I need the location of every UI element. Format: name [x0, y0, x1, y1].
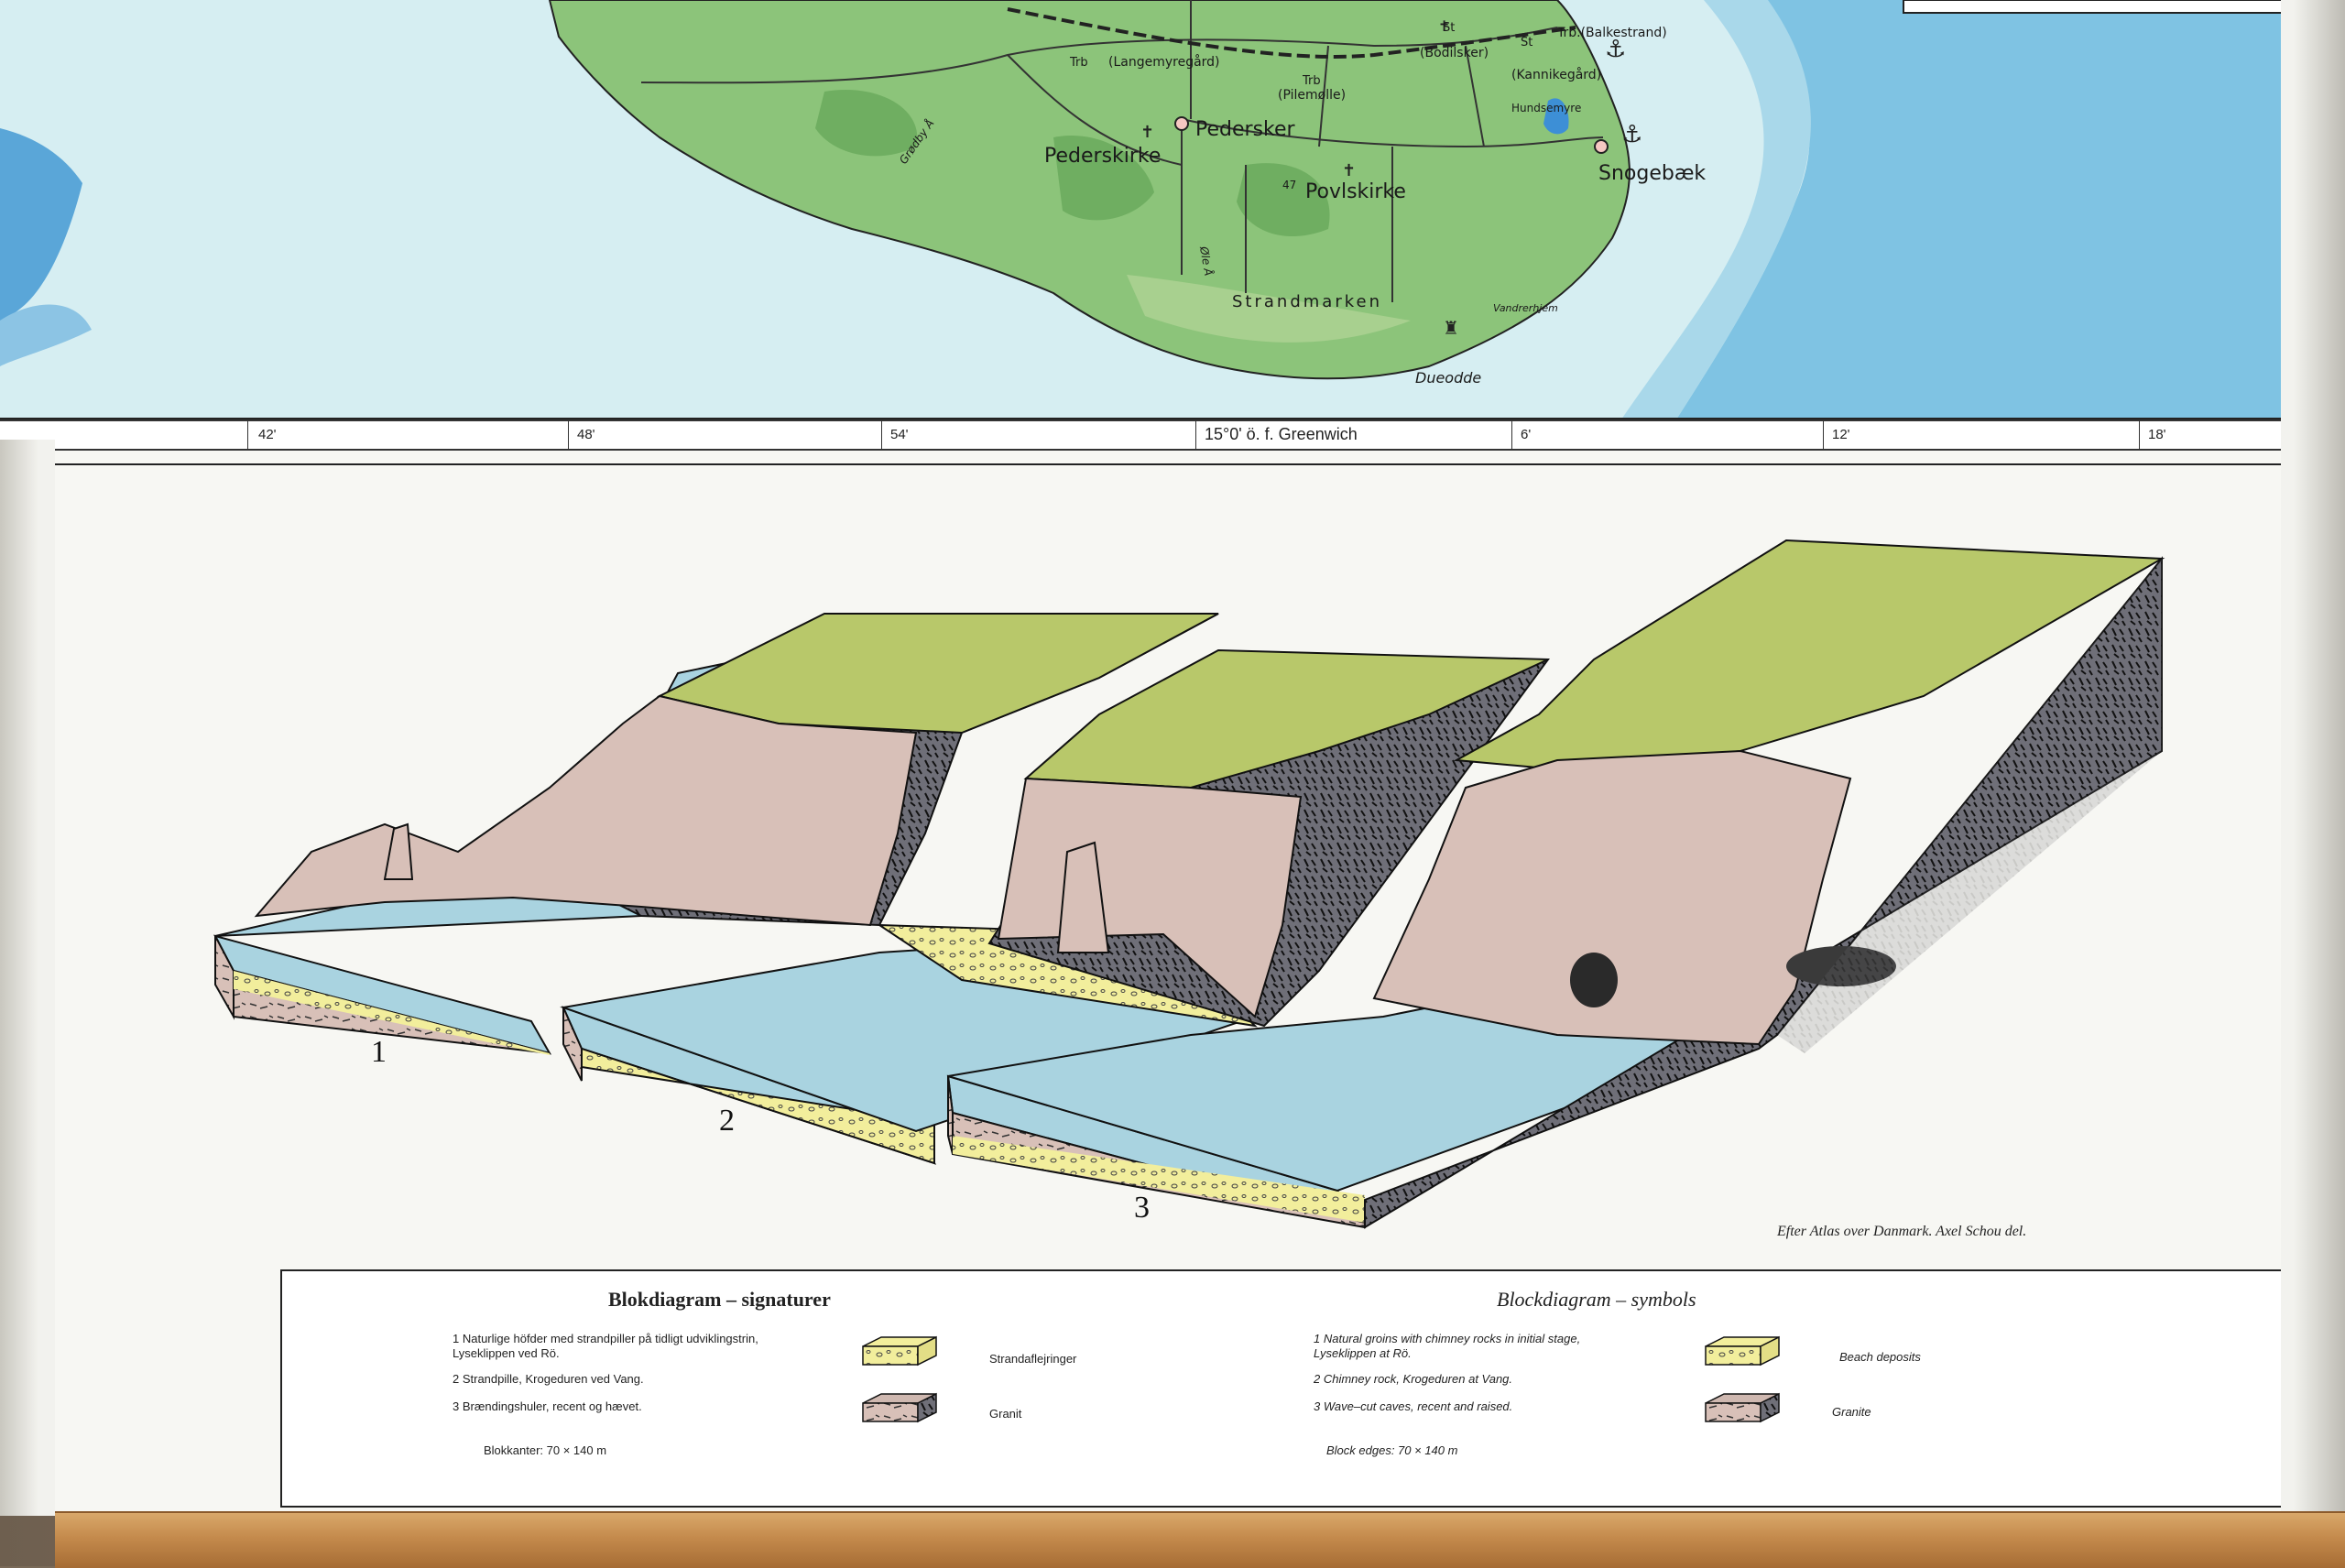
legend-item-da-2: 2 Strandpille, Krogeduren ved Vang. [453, 1372, 644, 1386]
legend-title-english: Blockdiagram – symbols [1497, 1288, 1696, 1311]
block-diagram [213, 539, 2165, 1229]
diagram-credit: Efter Atlas over Danmark. Axel Schou del… [1777, 1224, 2027, 1239]
paper-curl-right [2281, 0, 2345, 1516]
block-number-3: 3 [1134, 1191, 1150, 1225]
wooden-hanging-rod [55, 1511, 2345, 1568]
block-number-1: 1 [371, 1035, 387, 1069]
legend-swatches-da [862, 1335, 937, 1423]
legend-swatches-en [1705, 1335, 1780, 1423]
legend-swatch-label-granite-da: Granit [989, 1407, 1022, 1421]
block-number-2: 2 [719, 1104, 735, 1138]
legend-title-danish: Blokdiagram – signaturer [608, 1288, 831, 1311]
paper-curl-left [0, 440, 55, 1516]
legend-item-en-3: 3 Wave–cut caves, recent and raised. [1314, 1399, 1513, 1413]
legend-swatch-label-beach-da: Strandaflejringer [989, 1352, 1077, 1366]
legend-item-en-2: 2 Chimney rock, Krogeduren at Vang. [1314, 1372, 1513, 1386]
legend-panel: Blokdiagram – signaturer Blockdiagram – … [280, 1269, 2329, 1508]
legend-swatch-label-beach-en: Beach deposits [1839, 1350, 1921, 1364]
wall-map-sheet: ✝ ✝ ✝ ♜ ⚓ ⚓ Pedersker Pederskirke Povlsk… [0, 0, 2345, 1516]
legend-swatch-label-granite-en: Granite [1832, 1405, 1871, 1419]
legend-item-da-1: 1 Naturlige höfder med strandpiller på t… [453, 1332, 758, 1360]
legend-block-edges-da: Blokkanter: 70 × 140 m [484, 1443, 607, 1457]
legend-block-edges-en: Block edges: 70 × 140 m [1326, 1443, 1458, 1457]
legend-item-da-3: 3 Brændingshuler, recent og hævet. [453, 1399, 642, 1413]
legend-item-en-1: 1 Natural groins with chimney rocks in i… [1314, 1332, 1581, 1360]
